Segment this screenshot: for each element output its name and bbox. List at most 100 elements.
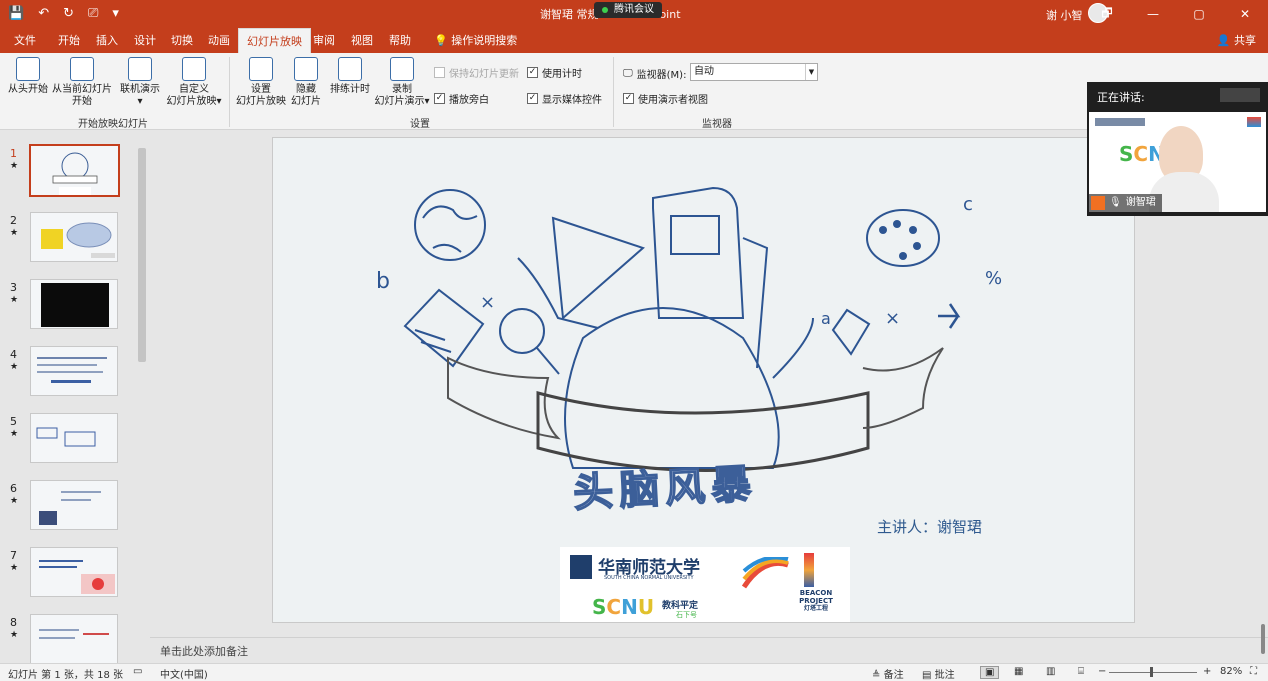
- checkbox-label: 保持幻灯片更新: [449, 69, 519, 80]
- customize-qat-icon[interactable]: ▾: [112, 6, 119, 21]
- custom-show-icon: [182, 57, 206, 81]
- from-beginning-button[interactable]: 从头开始: [6, 57, 50, 96]
- hide-slide-button[interactable]: 隐藏 幻灯片: [288, 57, 324, 108]
- tab-design[interactable]: 设计: [126, 28, 164, 53]
- button-label-2: 开始: [72, 96, 92, 107]
- checkmark-icon: ✓: [623, 93, 634, 104]
- tab-home[interactable]: 开始: [50, 28, 88, 53]
- comments-toggle-button[interactable]: ▤ 批注: [922, 666, 955, 681]
- group-separator: [229, 57, 230, 127]
- slide-thumbnail[interactable]: 7 ★: [0, 547, 140, 605]
- thumb-illustration: [41, 283, 109, 327]
- button-label-2: 幻灯片放映▾: [166, 96, 222, 107]
- tab-insert[interactable]: 插入: [88, 28, 126, 53]
- button-label: 从头开始: [8, 84, 48, 95]
- tab-review[interactable]: 审阅: [305, 28, 343, 53]
- slide-speaker[interactable]: 主讲人：谢智珺: [877, 516, 982, 537]
- zoom-slider-knob[interactable]: [1150, 667, 1153, 677]
- share-button[interactable]: 👤 共享: [1217, 28, 1256, 53]
- rehearse-timings-button[interactable]: 排练计时: [326, 57, 374, 96]
- present-online-button[interactable]: 联机演示 ▾: [118, 57, 162, 108]
- monitor-label: 🖵 监视器(M):: [623, 66, 686, 81]
- slide-thumbnail[interactable]: 3 ★: [0, 279, 140, 337]
- tab-view[interactable]: 视图: [343, 28, 381, 53]
- hide-slide-icon: [294, 57, 318, 81]
- slide-title[interactable]: 头脑风暴: [571, 451, 759, 519]
- language-indicator[interactable]: 中文(中国): [160, 666, 208, 681]
- slideshow-view-icon[interactable]: ⌸: [1078, 666, 1084, 677]
- zoom-slider[interactable]: [1109, 667, 1197, 677]
- slide-thumbnail[interactable]: 5 ★: [0, 413, 140, 471]
- status-bar: 幻灯片 第 1 张，共 18 张 ▭ 中文(中国) ≜ 备注 ▤ 批注 ▣ ▦ …: [0, 663, 1268, 681]
- slide-thumbnail[interactable]: 1 ★: [0, 144, 140, 203]
- slide-thumbnail[interactable]: 4 ★: [0, 346, 140, 404]
- monitor-select-value: 自动: [694, 66, 714, 77]
- slide-number: 7: [10, 549, 17, 562]
- tab-animations[interactable]: 动画: [200, 28, 238, 53]
- lighthouse-icon: [804, 553, 814, 587]
- keep-slides-updated-checkbox[interactable]: 保持幻灯片更新: [434, 65, 519, 80]
- thumb-illustration: [37, 357, 107, 383]
- slide-scrollbar[interactable]: [1258, 612, 1268, 662]
- button-label: 排练计时: [330, 84, 370, 95]
- logo-slogan-sub: 石下号: [676, 611, 697, 619]
- setup-slideshow-button[interactable]: 设置 幻灯片放映: [234, 57, 288, 108]
- slide-canvas[interactable]: b × c % a × 头脑风暴 主讲人：谢智珺 华南师范大学 SOUTH CH…: [272, 137, 1135, 623]
- present-icon[interactable]: ⎚: [88, 6, 98, 21]
- play-narrations-checkbox[interactable]: ✓ 播放旁白: [434, 91, 489, 106]
- scrollbar-thumb[interactable]: [1261, 624, 1265, 654]
- fit-to-window-icon[interactable]: ⛶: [1250, 666, 1257, 677]
- minimize-button[interactable]: —: [1130, 0, 1176, 28]
- show-media-controls-checkbox[interactable]: ✓ 显示媒体控件: [527, 91, 602, 106]
- zoom-out-button[interactable]: −: [1098, 666, 1106, 677]
- meeting-video-overlay[interactable]: 正在讲话: SCNU 🎙谢智珺: [1087, 82, 1268, 216]
- use-timings-checkbox[interactable]: ✓ 使用计时: [527, 65, 582, 80]
- svg-text:%: %: [985, 268, 1002, 289]
- presenter-view-checkbox[interactable]: ✓ 使用演示者视图: [623, 91, 708, 106]
- user-name[interactable]: 谢 小智: [1046, 7, 1083, 23]
- reading-view-icon[interactable]: ▥: [1046, 666, 1055, 677]
- tab-slideshow[interactable]: 幻灯片放映: [238, 28, 311, 53]
- animation-star-icon: ★: [10, 228, 19, 238]
- animation-star-icon: ★: [10, 161, 19, 171]
- notes-toggle-button[interactable]: ≜ 备注: [872, 666, 904, 681]
- quick-access-toolbar: 💾 ↶ ↻ ⎚ ▾: [8, 6, 119, 21]
- zoom-in-button[interactable]: +: [1203, 666, 1211, 677]
- tab-transitions[interactable]: 切换: [163, 28, 201, 53]
- animation-star-icon: ★: [10, 295, 19, 305]
- checkbox-label: 播放旁白: [449, 95, 489, 106]
- tell-me-search[interactable]: 💡 操作说明搜索: [426, 28, 525, 53]
- custom-slideshow-button[interactable]: 自定义 幻灯片放映▾: [162, 57, 226, 108]
- meeting-chip[interactable]: 腾讯会议: [594, 2, 662, 18]
- thumbnail-scrollbar[interactable]: [136, 140, 148, 660]
- person-icon: [1091, 196, 1105, 210]
- normal-view-icon[interactable]: ▣: [980, 666, 1000, 679]
- group-label-setup: 设置: [410, 119, 430, 130]
- slide-thumbnail[interactable]: 2 ★: [0, 212, 140, 270]
- slide-thumbnail[interactable]: 6 ★: [0, 480, 140, 538]
- button-label: 联机演示: [120, 84, 160, 95]
- title-bar: 💾 ↶ ↻ ⎚ ▾ 谢智珺 常规... - PowerPoint 腾讯会议 谢 …: [0, 0, 1268, 28]
- notes-pane[interactable]: 单击此处添加备注: [150, 637, 1268, 663]
- tab-file[interactable]: 文件: [6, 28, 44, 53]
- notes-placeholder[interactable]: 单击此处添加备注: [160, 643, 248, 659]
- undo-icon[interactable]: ↶: [38, 6, 49, 21]
- spellcheck-icon[interactable]: ▭: [133, 666, 142, 677]
- tab-help[interactable]: 帮助: [381, 28, 419, 53]
- scrollbar-thumb[interactable]: [138, 148, 146, 362]
- maximize-button[interactable]: ▢: [1176, 0, 1222, 28]
- redo-icon[interactable]: ↻: [63, 6, 74, 21]
- svg-text:c: c: [963, 194, 973, 215]
- logos-block[interactable]: 华南师范大学 SOUTH CHINA NORMAL UNIVERSITY SCN…: [560, 547, 850, 622]
- save-icon[interactable]: 💾: [8, 6, 24, 21]
- group-label-monitors: 监视器: [702, 119, 732, 130]
- monitor-select[interactable]: 自动 ▼: [690, 63, 818, 81]
- slide-sorter-icon[interactable]: ▦: [1014, 666, 1023, 677]
- close-button[interactable]: ✕: [1222, 0, 1268, 28]
- record-slideshow-button[interactable]: 录制 幻灯片演示▾: [372, 57, 432, 108]
- zoom-level[interactable]: 82%: [1220, 666, 1242, 677]
- group-label-start-slideshow: 开始放映幻灯片: [78, 119, 148, 130]
- beacon-line-1: BEACON: [799, 589, 833, 597]
- ribbon-display-button[interactable]: 🗗: [1084, 0, 1130, 28]
- from-current-slide-button[interactable]: 从当前幻灯片 开始: [50, 57, 114, 108]
